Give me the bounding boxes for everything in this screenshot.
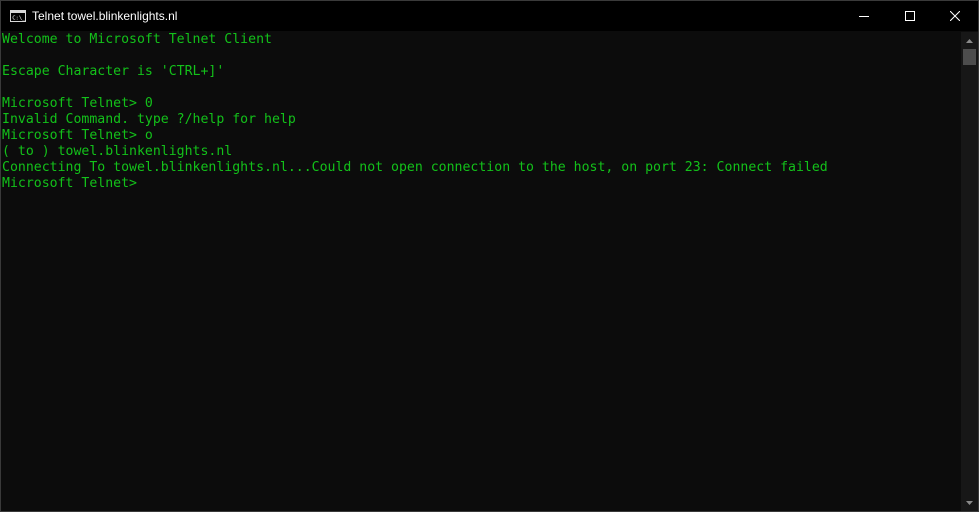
console-line: Welcome to Microsoft Telnet Client: [2, 32, 272, 47]
svg-text:C:\_: C:\_: [12, 16, 26, 22]
minimize-button[interactable]: [841, 1, 887, 31]
console-output[interactable]: Welcome to Microsoft Telnet Client Escap…: [1, 32, 961, 511]
scroll-down-button[interactable]: [961, 494, 978, 511]
console-line: Microsoft Telnet> 0: [2, 96, 153, 111]
console-prompt: Microsoft Telnet>: [2, 176, 137, 191]
title-bar[interactable]: C:\_ Telnet towel.blinkenlights.nl: [1, 1, 978, 31]
console-icon: C:\_: [10, 10, 26, 22]
scroll-up-arrow-icon: [966, 38, 973, 43]
window-title: Telnet towel.blinkenlights.nl: [32, 9, 178, 23]
scroll-up-button[interactable]: [961, 32, 978, 49]
console-line: ( to ) towel.blinkenlights.nl: [2, 144, 233, 159]
console-line: Escape Character is 'CTRL+]': [2, 64, 225, 79]
maximize-button[interactable]: [887, 1, 933, 31]
close-button[interactable]: [932, 1, 978, 31]
console-line: Connecting To towel.blinkenlights.nl...C…: [2, 160, 828, 175]
console-line: Invalid Command. type ?/help for help: [2, 112, 296, 127]
scroll-down-arrow-icon: [966, 500, 973, 505]
vertical-scrollbar[interactable]: [961, 32, 978, 511]
maximize-icon: [905, 11, 915, 21]
telnet-window: C:\_ Telnet towel.blinkenlights.nl Welco…: [0, 0, 979, 512]
console-line: Microsoft Telnet> o: [2, 128, 153, 143]
close-icon: [950, 11, 960, 21]
scroll-thumb[interactable]: [963, 49, 976, 65]
minimize-icon: [859, 16, 869, 17]
